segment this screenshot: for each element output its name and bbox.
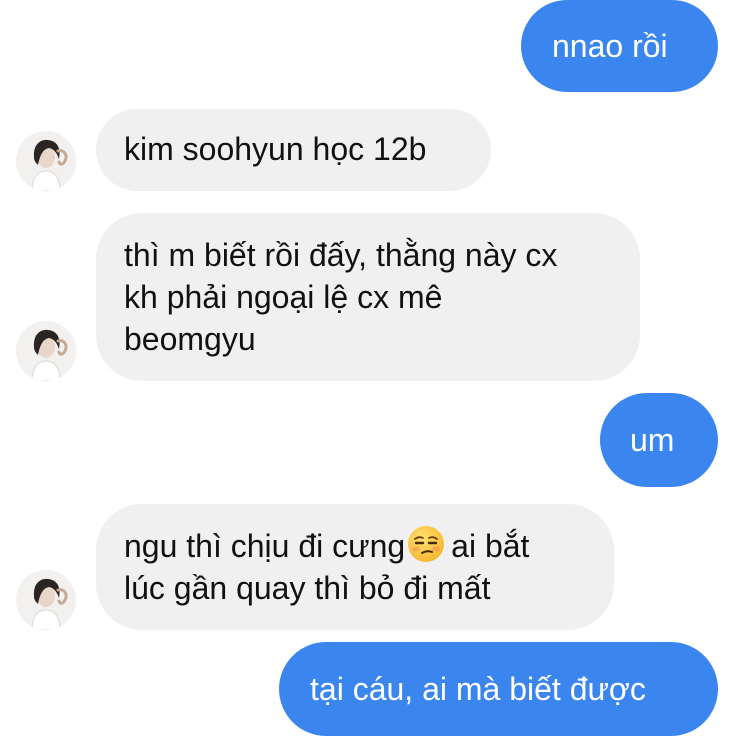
outgoing-message-bubble[interactable]: nnao rồi [521,0,718,92]
incoming-message-bubble[interactable]: thì m biết rồi đấy, thằng này cx kh phải… [96,213,640,381]
message-text-segment: ngu thì chịu đi cưng [124,528,406,564]
message-text-segment: ai bắt [451,528,530,564]
message-text-line: ngu thì chịu đi cưng ai bắt [124,525,614,567]
incoming-message-bubble[interactable]: ngu thì chịu đi cưng ai bắt lúc gần quay… [96,504,614,630]
chat-thread: nnao rồi kim soohyun học 12b thì m biết … [0,0,750,747]
unamused-face-emoji-icon [408,526,445,562]
contact-avatar[interactable] [16,131,76,191]
message-text-line: beomgyu [124,321,256,357]
message-text: tại cáu, ai mà biết được [310,671,646,707]
message-text-line: kh phải ngoại lệ cx mê [124,279,443,315]
avatar-photo-icon [16,131,76,191]
message-text: um [630,422,675,458]
message-text-line: thì m biết rồi đấy, thằng này cx [124,237,558,273]
message-text: kim soohyun học 12b [124,131,427,167]
incoming-message-bubble[interactable]: kim soohyun học 12b [96,109,491,191]
message-text: nnao rồi [552,28,668,64]
outgoing-message-bubble[interactable]: um [600,393,718,487]
contact-avatar[interactable] [16,321,76,381]
message-text-line: lúc gần quay thì bỏ đi mất [124,570,491,606]
avatar-photo-icon [16,570,76,630]
contact-avatar[interactable] [16,570,76,630]
outgoing-message-bubble[interactable]: tại cáu, ai mà biết được [279,642,718,736]
avatar-photo-icon [16,321,76,381]
